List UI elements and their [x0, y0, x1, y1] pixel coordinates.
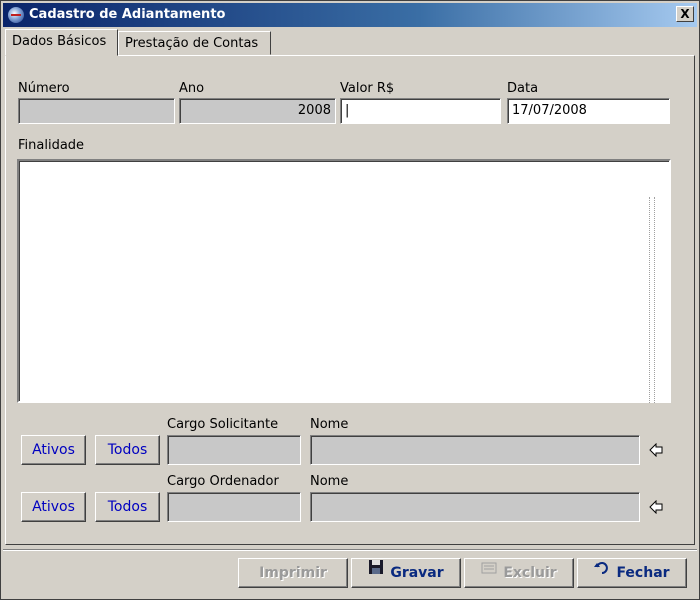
finalidade-label: Finalidade: [18, 138, 85, 153]
ano-field: 2008: [179, 98, 336, 124]
cargo-solicitante-label: Cargo Solicitante: [167, 417, 279, 432]
arrow-left-icon[interactable]: [649, 442, 663, 458]
gravar-button[interactable]: Gravar: [351, 558, 461, 588]
imprimir-label: Imprimir: [259, 565, 327, 581]
numero-label: Número: [18, 81, 70, 96]
numero-field: [18, 98, 175, 124]
cargo-ordenador-field: [167, 492, 301, 522]
fechar-label: Fechar: [616, 565, 670, 581]
app-icon: [8, 7, 24, 23]
ativos-button-solicitante[interactable]: Ativos: [21, 435, 86, 465]
vertical-scrollbar[interactable]: [649, 197, 655, 403]
save-icon: [368, 557, 384, 585]
tab-dados-basicos[interactable]: Dados Básicos: [5, 29, 118, 56]
fechar-button[interactable]: Fechar: [577, 558, 687, 588]
app-window: Cadastro de Adiantamento X Dados Básicos…: [0, 0, 700, 600]
nome-ordenador-label: Nome: [310, 474, 349, 489]
tab-prestacao-de-contas[interactable]: Prestação de Contas: [118, 31, 271, 55]
valor-field[interactable]: |: [340, 98, 501, 124]
excluir-button[interactable]: Excluir: [464, 558, 574, 588]
imprimir-button[interactable]: Imprimir: [238, 558, 348, 588]
excluir-label: Excluir: [503, 565, 557, 581]
data-label: Data: [507, 81, 539, 96]
cargo-ordenador-label: Cargo Ordenador: [167, 474, 279, 489]
nome-solicitante-field: [310, 435, 640, 465]
nome-solicitante-label: Nome: [310, 417, 349, 432]
footer-separator: [3, 549, 697, 551]
gravar-label: Gravar: [390, 565, 444, 581]
undo-icon: [594, 557, 610, 585]
arrow-left-icon[interactable]: [649, 499, 663, 515]
close-button[interactable]: X: [676, 6, 694, 22]
nome-ordenador-field: [310, 492, 640, 522]
valor-label: Valor R$: [340, 81, 395, 96]
window-title: Cadastro de Adiantamento: [29, 7, 226, 22]
finalidade-textarea[interactable]: [17, 159, 671, 403]
data-field[interactable]: 17/07/2008: [507, 98, 670, 124]
title-bar[interactable]: Cadastro de Adiantamento X: [3, 3, 697, 27]
ativos-button-ordenador[interactable]: Ativos: [21, 492, 86, 522]
delete-icon: [481, 557, 497, 585]
todos-button-solicitante[interactable]: Todos: [95, 435, 160, 465]
cargo-solicitante-field: [167, 435, 301, 465]
todos-button-ordenador[interactable]: Todos: [95, 492, 160, 522]
ano-label: Ano: [179, 81, 205, 96]
